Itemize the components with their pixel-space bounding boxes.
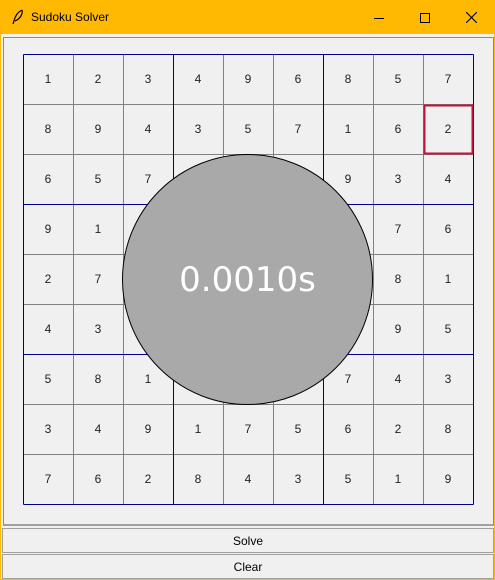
close-button[interactable]: [448, 1, 494, 34]
maximize-icon: [420, 12, 430, 23]
sudoku-cell[interactable]: 9: [223, 54, 273, 104]
sudoku-cell[interactable]: 5: [273, 404, 323, 454]
sudoku-cell[interactable]: 7: [423, 54, 473, 104]
minimize-icon: [374, 17, 384, 19]
sudoku-cell[interactable]: 9: [123, 404, 173, 454]
sudoku-cell[interactable]: 8: [373, 254, 423, 304]
sudoku-cell[interactable]: 6: [373, 104, 423, 154]
sudoku-cell[interactable]: 3: [123, 54, 173, 104]
sudoku-cell[interactable]: 3: [173, 104, 223, 154]
solve-time-label: 0.0010s: [179, 259, 316, 300]
minimize-button[interactable]: [356, 1, 402, 34]
sudoku-cell[interactable]: 4: [73, 404, 123, 454]
sudoku-cell[interactable]: 8: [73, 354, 123, 404]
sudoku-cell[interactable]: 1: [173, 404, 223, 454]
sudoku-cell[interactable]: 3: [373, 154, 423, 204]
solve-button[interactable]: Solve: [2, 528, 494, 553]
sudoku-cell[interactable]: 4: [423, 154, 473, 204]
sudoku-canvas[interactable]: 1234968578943571626579349176278143955817…: [3, 37, 494, 526]
sudoku-cell[interactable]: 7: [273, 104, 323, 154]
sudoku-cell[interactable]: 7: [23, 454, 73, 504]
sudoku-cell[interactable]: 6: [273, 54, 323, 104]
sudoku-cell[interactable]: 6: [323, 404, 373, 454]
sudoku-cell[interactable]: 4: [23, 304, 73, 354]
sudoku-cell[interactable]: 5: [73, 154, 123, 204]
sudoku-cell[interactable]: 6: [73, 454, 123, 504]
sudoku-cell[interactable]: 8: [423, 404, 473, 454]
sudoku-cell[interactable]: 2: [23, 254, 73, 304]
sudoku-cell[interactable]: 2: [373, 404, 423, 454]
sudoku-cell[interactable]: 1: [73, 204, 123, 254]
sudoku-cell[interactable]: 2: [123, 454, 173, 504]
window-title: Sudoku Solver: [31, 10, 110, 24]
app-window: Sudoku Solver 12349685789435716265793491…: [0, 0, 495, 580]
feather-icon: [11, 9, 25, 25]
close-icon: [465, 12, 477, 23]
sudoku-cell[interactable]: 7: [223, 404, 273, 454]
sudoku-cell[interactable]: 9: [423, 454, 473, 504]
sudoku-cell[interactable]: 5: [373, 54, 423, 104]
sudoku-cell[interactable]: 6: [423, 204, 473, 254]
sudoku-cell[interactable]: 3: [423, 354, 473, 404]
clear-button[interactable]: Clear: [2, 554, 494, 579]
timer-overlay: 0.0010s: [122, 154, 373, 405]
sudoku-cell[interactable]: 6: [23, 154, 73, 204]
sudoku-cell[interactable]: 7: [73, 254, 123, 304]
sudoku-cell[interactable]: 8: [323, 54, 373, 104]
sudoku-cell[interactable]: 3: [273, 454, 323, 504]
sudoku-cell[interactable]: 1: [23, 54, 73, 104]
sudoku-cell[interactable]: 5: [223, 104, 273, 154]
maximize-button[interactable]: [402, 1, 448, 34]
sudoku-cell[interactable]: 2: [423, 104, 473, 154]
sudoku-cell[interactable]: 5: [423, 304, 473, 354]
sudoku-cell[interactable]: 4: [123, 104, 173, 154]
sudoku-cell[interactable]: 2: [73, 54, 123, 104]
sudoku-cell[interactable]: 9: [73, 104, 123, 154]
sudoku-cell[interactable]: 9: [373, 304, 423, 354]
sudoku-cell[interactable]: 8: [173, 454, 223, 504]
sudoku-cell[interactable]: 3: [73, 304, 123, 354]
sudoku-cell[interactable]: 1: [323, 104, 373, 154]
sudoku-cell[interactable]: 1: [373, 454, 423, 504]
sudoku-cell[interactable]: 5: [23, 354, 73, 404]
sudoku-cell[interactable]: 9: [23, 204, 73, 254]
title-bar[interactable]: Sudoku Solver: [1, 1, 494, 34]
sudoku-cell[interactable]: 4: [373, 354, 423, 404]
sudoku-cell[interactable]: 1: [423, 254, 473, 304]
sudoku-cell[interactable]: 5: [323, 454, 373, 504]
sudoku-cell[interactable]: 4: [173, 54, 223, 104]
sudoku-cell[interactable]: 3: [23, 404, 73, 454]
sudoku-cell[interactable]: 4: [223, 454, 273, 504]
sudoku-cell[interactable]: 8: [23, 104, 73, 154]
sudoku-cell[interactable]: 7: [373, 204, 423, 254]
